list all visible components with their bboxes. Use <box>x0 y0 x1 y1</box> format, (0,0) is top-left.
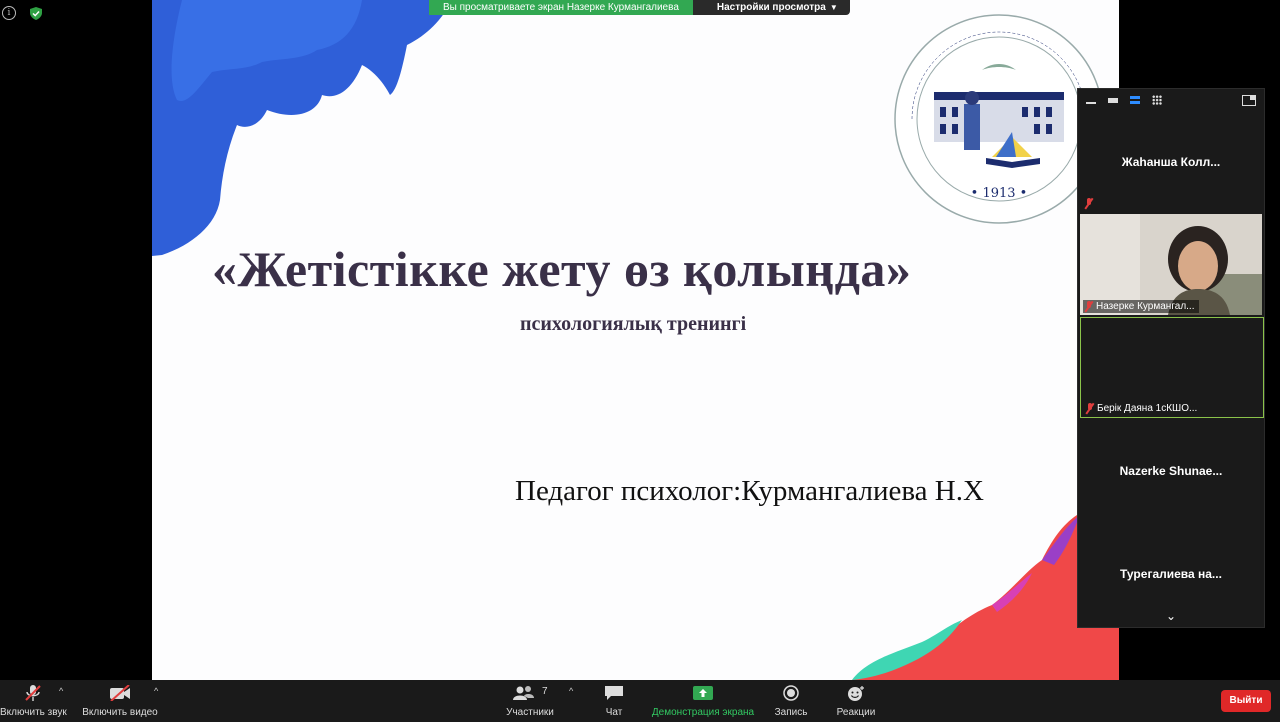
camera-off-icon <box>110 685 130 701</box>
reactions-smiley-icon <box>848 686 864 701</box>
chat-button[interactable]: Чат <box>596 680 632 722</box>
participant-tile-active[interactable]: Берік Даяна 1сКШО... <box>1080 317 1264 418</box>
slide-author: Педагог психолог:Курмангалиева Н.Х <box>515 475 984 507</box>
meeting-toolbar: Включить звук ^ Включить видео ^ 7 Участ… <box>0 680 1280 722</box>
participants-video-panel: Жаһанша Колл... Назерке Курмангал... Бер… <box>1077 88 1265 628</box>
minimize-icon[interactable] <box>1086 95 1096 105</box>
participant-label <box>1083 197 1097 210</box>
speaker-view-icon[interactable] <box>1130 95 1140 105</box>
participant-label: Назерке Курмангал... <box>1083 300 1199 313</box>
microphone-muted-icon <box>25 685 41 701</box>
slide-subtitle: психологиялық тренингі <box>520 313 747 335</box>
info-icon[interactable]: i <box>2 6 16 20</box>
share-banner: Вы просматриваете экран Назерке Курманга… <box>429 0 850 15</box>
participant-tile-video[interactable]: Назерке Курмангал... <box>1080 214 1262 315</box>
participant-name: Жаһанша Колл... <box>1121 155 1221 169</box>
participant-tile[interactable]: Nazerke Shunae... <box>1080 420 1262 521</box>
record-icon <box>783 685 799 701</box>
exit-fullscreen-icon[interactable] <box>1242 95 1256 106</box>
participants-button[interactable]: 7 Участники <box>502 680 558 722</box>
record-label: Запись <box>774 707 808 718</box>
participants-count: 7 <box>542 686 548 697</box>
mic-muted-icon <box>1086 403 1094 414</box>
video-options-caret-icon[interactable]: ^ <box>154 686 158 696</box>
reactions-label: Реакции <box>836 707 876 718</box>
share-screen-button[interactable]: Демонстрация экрана <box>650 680 756 722</box>
hide-video-icon[interactable] <box>1108 95 1118 105</box>
start-video-button[interactable]: Включить видео <box>82 680 158 722</box>
blue-paint-splash <box>152 0 452 256</box>
unmute-label: Включить звук <box>0 707 67 718</box>
share-screen-icon <box>693 686 713 700</box>
audio-options-caret-icon[interactable]: ^ <box>59 686 63 696</box>
share-screen-label: Демонстрация экрана <box>651 707 755 718</box>
view-options-button[interactable]: Настройки просмотра ▼ <box>692 0 850 15</box>
mic-muted-icon <box>1085 198 1093 209</box>
logo-year: • 1913 • <box>971 186 1028 201</box>
participant-name: Nazerke Shunae... <box>1119 464 1223 478</box>
leave-meeting-button[interactable]: Выйти <box>1221 690 1271 712</box>
shield-icon[interactable] <box>30 6 42 20</box>
share-banner-text: Вы просматриваете экран Назерке Курманга… <box>429 0 693 15</box>
start-video-label: Включить видео <box>82 707 158 718</box>
view-options-label: Настройки просмотра <box>716 2 826 13</box>
participants-label: Участники <box>506 707 554 718</box>
chat-label: Чат <box>605 707 623 718</box>
reactions-button[interactable]: Реакции <box>832 680 880 722</box>
gallery-view-icon[interactable] <box>1152 95 1162 105</box>
participant-name: Назерке Курмангал... <box>1096 301 1195 312</box>
scroll-down-chevron-icon[interactable]: ⌄ <box>1078 609 1264 623</box>
slide-title: «Жетістікке жету өз қолыңда» <box>212 241 912 297</box>
participant-name: Турегалиева на... <box>1120 567 1222 581</box>
mic-muted-icon <box>1085 301 1093 312</box>
unmute-button[interactable]: Включить звук <box>0 680 67 722</box>
panel-view-controls <box>1078 89 1264 111</box>
participants-caret-icon[interactable]: ^ <box>569 686 573 696</box>
chevron-down-icon: ▼ <box>829 3 838 12</box>
participant-name: Берік Даяна 1сКШО... <box>1097 403 1198 414</box>
participants-icon <box>513 686 535 700</box>
chat-icon <box>605 686 623 700</box>
participant-tile[interactable]: Жаһанша Колл... <box>1080 111 1262 212</box>
shared-screen-slide: • 1913 • «Жетістікке жету өз қолыңда» пс… <box>152 0 1119 680</box>
college-logo: • 1913 • <box>894 14 1104 224</box>
participant-label: Берік Даяна 1сКШО... <box>1084 402 1201 415</box>
status-icons: i <box>2 6 42 20</box>
record-button[interactable]: Запись <box>770 680 812 722</box>
